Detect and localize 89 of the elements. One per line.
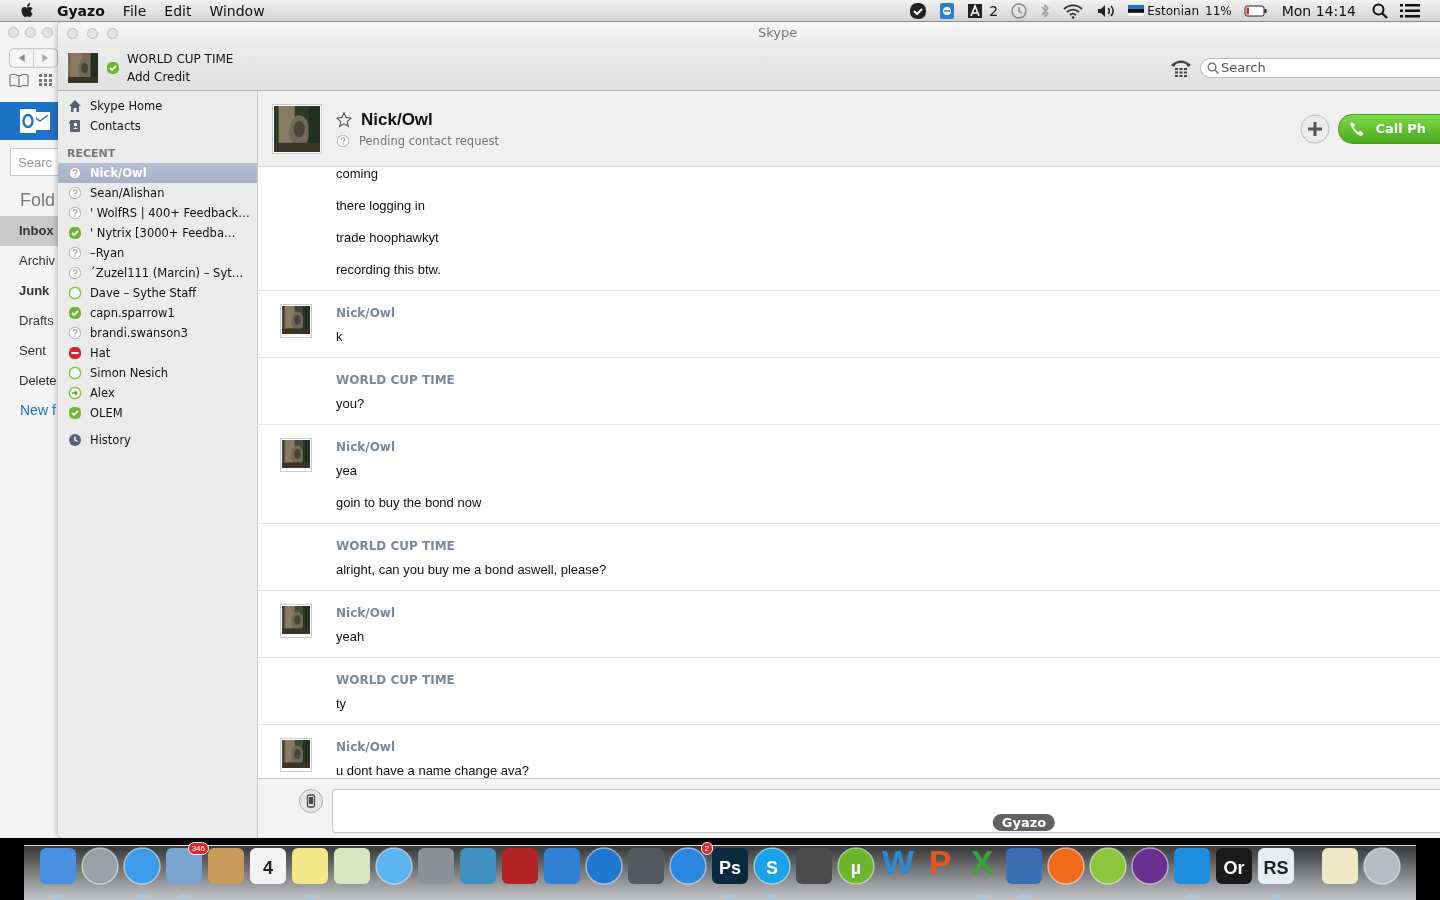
message-text: alright, can you buy me a bond aswell, please? xyxy=(336,561,607,579)
notification-badge: 346 xyxy=(187,842,209,855)
add-icon[interactable] xyxy=(1300,113,1331,144)
app-icon[interactable] xyxy=(164,846,204,898)
folder-item[interactable]: Delete xyxy=(0,366,58,396)
contact-item[interactable]: ´Zuzel111 (Marcin) – Syt… xyxy=(58,263,257,283)
notification-count: 2 xyxy=(989,2,999,19)
tooltip: Gyazo xyxy=(992,814,1056,831)
contact-item[interactable]: Alex xyxy=(58,383,257,403)
message-text: trade hoophawkyt xyxy=(336,229,440,247)
clock[interactable]: Mon 14:14 xyxy=(1281,2,1356,19)
menu-item[interactable]: Gyazo xyxy=(48,0,114,21)
folder-item[interactable]: Junk xyxy=(0,276,58,306)
contact-name: Nick/Owl xyxy=(361,109,433,130)
input-source[interactable]: Estonian xyxy=(1147,3,1199,18)
sender-name: WORLD CUP TIME xyxy=(336,538,456,555)
battery-icon[interactable] xyxy=(1243,4,1268,17)
sender-name: Nick/Owl xyxy=(336,605,396,622)
contact-item[interactable]: capn.sparrow1 xyxy=(58,303,257,323)
grid-icon[interactable] xyxy=(39,74,53,86)
window-title: Skype xyxy=(758,25,798,40)
sender-name: WORLD CUP TIME xyxy=(336,372,455,389)
message-text: coming xyxy=(336,167,379,183)
folder-item[interactable]: Inbox xyxy=(0,216,58,246)
house-icon xyxy=(68,99,82,113)
app-icon[interactable] xyxy=(1172,846,1212,898)
app-icon[interactable] xyxy=(38,846,78,898)
contact-item[interactable]: brandi.swanson3 xyxy=(58,323,257,343)
contact-item[interactable]: Dave – Sythe Staff xyxy=(58,283,257,303)
message-input[interactable] xyxy=(332,789,1440,833)
search-field[interactable]: Search xyxy=(1200,57,1440,78)
volume-icon[interactable] xyxy=(1096,2,1117,19)
message-text: ty xyxy=(336,695,348,713)
message-text: goin to buy the bond now xyxy=(336,494,482,512)
message-text: there logging in xyxy=(336,197,426,215)
flag-icon[interactable] xyxy=(1128,5,1145,16)
nav-item[interactable]: Contacts xyxy=(58,116,257,136)
nav-item[interactable]: Skype Home xyxy=(58,96,257,116)
phone-device-icon[interactable] xyxy=(299,789,323,813)
folder-item[interactable]: Archiv xyxy=(0,246,58,276)
wifi-icon[interactable] xyxy=(1062,2,1085,19)
skype-status-icon[interactable] xyxy=(909,1,928,20)
remote-control-icon[interactable] xyxy=(939,1,956,20)
history-item[interactable]: History xyxy=(58,430,257,450)
sender-name: WORLD CUP TIME xyxy=(336,672,455,689)
app-icon[interactable] xyxy=(1004,846,1044,898)
new-folder-link[interactable]: New f xyxy=(0,396,58,424)
apple-icon[interactable] xyxy=(20,1,36,20)
message-text: recording this btw. xyxy=(336,261,441,279)
add-credit-link[interactable]: Add Credit xyxy=(127,67,234,86)
adobe-icon[interactable] xyxy=(967,2,984,19)
menu-item[interactable]: Window xyxy=(200,0,274,21)
sender-name: Nick/Owl xyxy=(336,305,396,322)
message-text: k xyxy=(336,328,344,346)
section-heading: Fold xyxy=(20,189,56,212)
search-icon xyxy=(1207,61,1219,74)
contact-item[interactable]: –Ryan xyxy=(58,243,257,263)
battery-percent: 11% xyxy=(1205,3,1232,18)
contact-item[interactable]: ' WolfRS | 400+ Feedback… xyxy=(58,203,257,223)
list-icon[interactable] xyxy=(1400,2,1420,19)
app-icon[interactable] xyxy=(290,846,330,898)
search-icon[interactable] xyxy=(1372,2,1388,19)
contact-item[interactable]: Hat xyxy=(58,343,257,363)
phone-icon xyxy=(1349,120,1366,137)
sender-name: Nick/Owl xyxy=(336,739,397,756)
message-text: yeah xyxy=(336,628,366,646)
contact-item[interactable]: Sean/Alishan xyxy=(58,183,257,203)
message-text: you? xyxy=(336,395,366,413)
message-text: u dont have a name change ava? xyxy=(336,762,529,778)
section-heading: RECENT xyxy=(66,146,117,162)
book-icon[interactable] xyxy=(9,73,29,87)
sender-name: Nick/Owl xyxy=(336,439,397,456)
contact-item[interactable]: Simon Nesich xyxy=(58,363,257,383)
clock-icon xyxy=(68,433,82,447)
time-machine-icon[interactable] xyxy=(1010,1,1029,20)
address-book-icon xyxy=(68,119,82,133)
outlook-logo-icon xyxy=(20,109,50,133)
menu-item[interactable]: Edit xyxy=(155,0,201,21)
menu-item[interactable]: File xyxy=(113,0,156,21)
contact-item[interactable]: OLEM xyxy=(58,403,257,423)
app-icon[interactable] xyxy=(122,846,162,898)
star-icon[interactable] xyxy=(336,111,352,128)
folder-item[interactable]: Sent xyxy=(0,336,58,366)
account-name[interactable]: WORLD CUP TIME xyxy=(127,49,234,68)
message-text: yea xyxy=(336,462,358,480)
contact-item[interactable]: ' Nytrix [3000+ Feedba… xyxy=(58,223,257,243)
notification-badge: 2 xyxy=(700,842,713,855)
folder-item[interactable]: Drafts xyxy=(0,306,58,336)
contact-status-text: Pending contact request xyxy=(359,133,500,148)
